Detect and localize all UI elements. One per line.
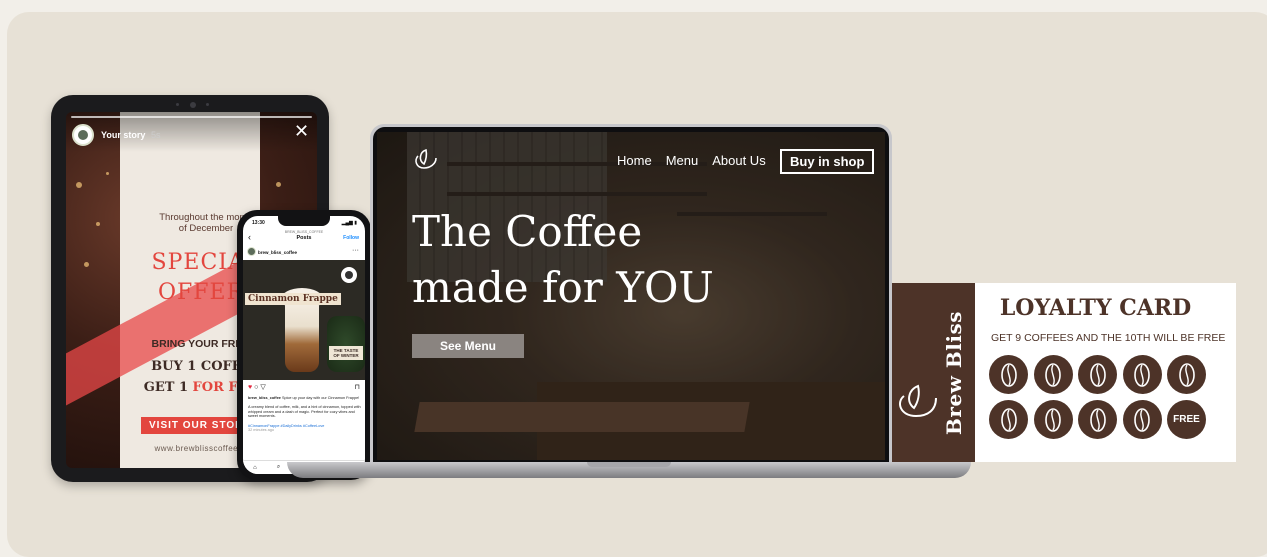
bokeh-light	[96, 222, 100, 226]
story-username[interactable]: Your story	[101, 130, 145, 140]
coffee-bean-stamp-icon	[1167, 355, 1206, 394]
tablet-sensor	[206, 103, 209, 106]
post-avatar[interactable]	[247, 247, 256, 256]
see-menu-button[interactable]: See Menu	[412, 334, 524, 358]
more-options-icon[interactable]: ···	[352, 247, 359, 254]
tablet-sensor	[176, 103, 179, 106]
post-actions: ♥○▽	[248, 383, 268, 391]
bokeh-light	[106, 172, 109, 175]
card-brand-name: Brew Bliss	[942, 311, 966, 435]
phone-device: 13:30 ▂▄▆ ▮ ‹ BREW_BLISS_COFFEE Posts Fo…	[237, 210, 371, 480]
bokeh-light	[84, 262, 89, 267]
share-icon[interactable]: ▽	[260, 384, 267, 391]
instagram-post-screen: 13:30 ▂▄▆ ▮ ‹ BREW_BLISS_COFFEE Posts Fo…	[243, 216, 365, 474]
caption-hashtags[interactable]: #CinnamonFrappe #DailyDrinks #CoffeeLove	[248, 424, 324, 428]
frappe-glass	[285, 302, 319, 372]
story-avatar[interactable]	[72, 124, 94, 146]
story-time: 5s	[151, 130, 161, 140]
coffee-bean-stamp-icon	[1078, 400, 1117, 439]
post-image[interactable]: Cinnamon Frappe THE TASTE OF WINTER	[243, 260, 365, 380]
nav-about[interactable]: About Us	[712, 153, 765, 168]
search-icon[interactable]: ⌕	[277, 464, 280, 471]
bokeh-light	[276, 182, 281, 187]
coffee-bean-stamp-icon	[1033, 400, 1073, 439]
phone-notch	[278, 216, 330, 226]
caption-username: brew_bliss_coffee	[248, 396, 281, 400]
post-username[interactable]: brew_bliss_coffee	[258, 250, 297, 255]
coffee-bean-stamp-icon	[1078, 355, 1117, 394]
post-caption: brew_bliss_coffee Spice up your day with…	[248, 396, 362, 433]
main-nav: Home Menu About Us	[617, 153, 766, 168]
bookmark-icon[interactable]: ⊓	[355, 383, 360, 391]
card-subtitle: GET 9 COFFEES AND THE 10TH WILL BE FREE	[991, 332, 1226, 344]
free-stamp: FREE	[1167, 400, 1206, 439]
caption-text: Spice up your day with our Cinnamon Frap…	[281, 396, 360, 400]
taste-label: THE TASTE OF WINTER	[329, 346, 363, 360]
laptop-device: Home Menu About Us Buy in shop The Coffe…	[370, 124, 892, 467]
card-stamp-area: LOYALTY CARD GET 9 COFFEES AND THE 10TH …	[975, 283, 1236, 462]
close-icon[interactable]: ✕	[294, 122, 309, 140]
buy-in-shop-button[interactable]: Buy in shop	[780, 149, 875, 174]
website-hero: Home Menu About Us Buy in shop The Coffe…	[377, 132, 885, 460]
hero-line: made for YOU	[412, 263, 714, 312]
nav-home[interactable]: Home	[617, 153, 652, 168]
pine-branch	[327, 316, 365, 372]
coffee-bean-stamp-icon	[1122, 400, 1162, 439]
laptop-base	[287, 462, 971, 478]
stamp-grid: FREE	[989, 355, 1214, 439]
coffee-bean-stamp-icon	[989, 355, 1028, 394]
coffee-bean-stamp-icon	[989, 400, 1028, 439]
brand-badge-icon	[339, 265, 359, 285]
tablet-camera	[190, 102, 196, 108]
laptop-bezel: Home Menu About Us Buy in shop The Coffe…	[373, 127, 889, 465]
card-title: LOYALTY CARD	[999, 295, 1192, 321]
post-time-ago: 32 minutes ago	[248, 428, 274, 433]
card-brand-strip: Brew Bliss	[892, 283, 975, 462]
hero-title: The Coffee made for YOU	[412, 204, 772, 316]
follow-button[interactable]: Follow	[343, 235, 359, 241]
home-icon[interactable]: ⌂	[253, 465, 257, 471]
coffee-bean-stamp-icon	[1033, 355, 1073, 394]
story-progress-bar	[71, 116, 312, 118]
signal-icon: ▂▄▆ ▮	[341, 220, 357, 226]
caption-body: A creamy blend of coffee, milk, and a hi…	[248, 405, 361, 419]
status-time: 13:30	[252, 220, 265, 226]
loyalty-card: Brew Bliss LOYALTY CARD GET 9 COFFEES AN…	[892, 283, 1236, 462]
nav-menu[interactable]: Menu	[666, 153, 699, 168]
bokeh-light	[76, 182, 82, 188]
coffee-leaf-logo-icon	[899, 384, 937, 418]
account-handle: BREW_BLISS_COFFEE	[284, 230, 324, 234]
post-image-label: Cinnamon Frappe	[245, 293, 341, 305]
story-get-prefix: GET 1	[143, 380, 188, 395]
coffee-leaf-logo-icon[interactable]	[412, 146, 440, 172]
coffee-bean-stamp-icon	[1122, 355, 1162, 394]
hero-line: The Coffee	[412, 207, 643, 256]
